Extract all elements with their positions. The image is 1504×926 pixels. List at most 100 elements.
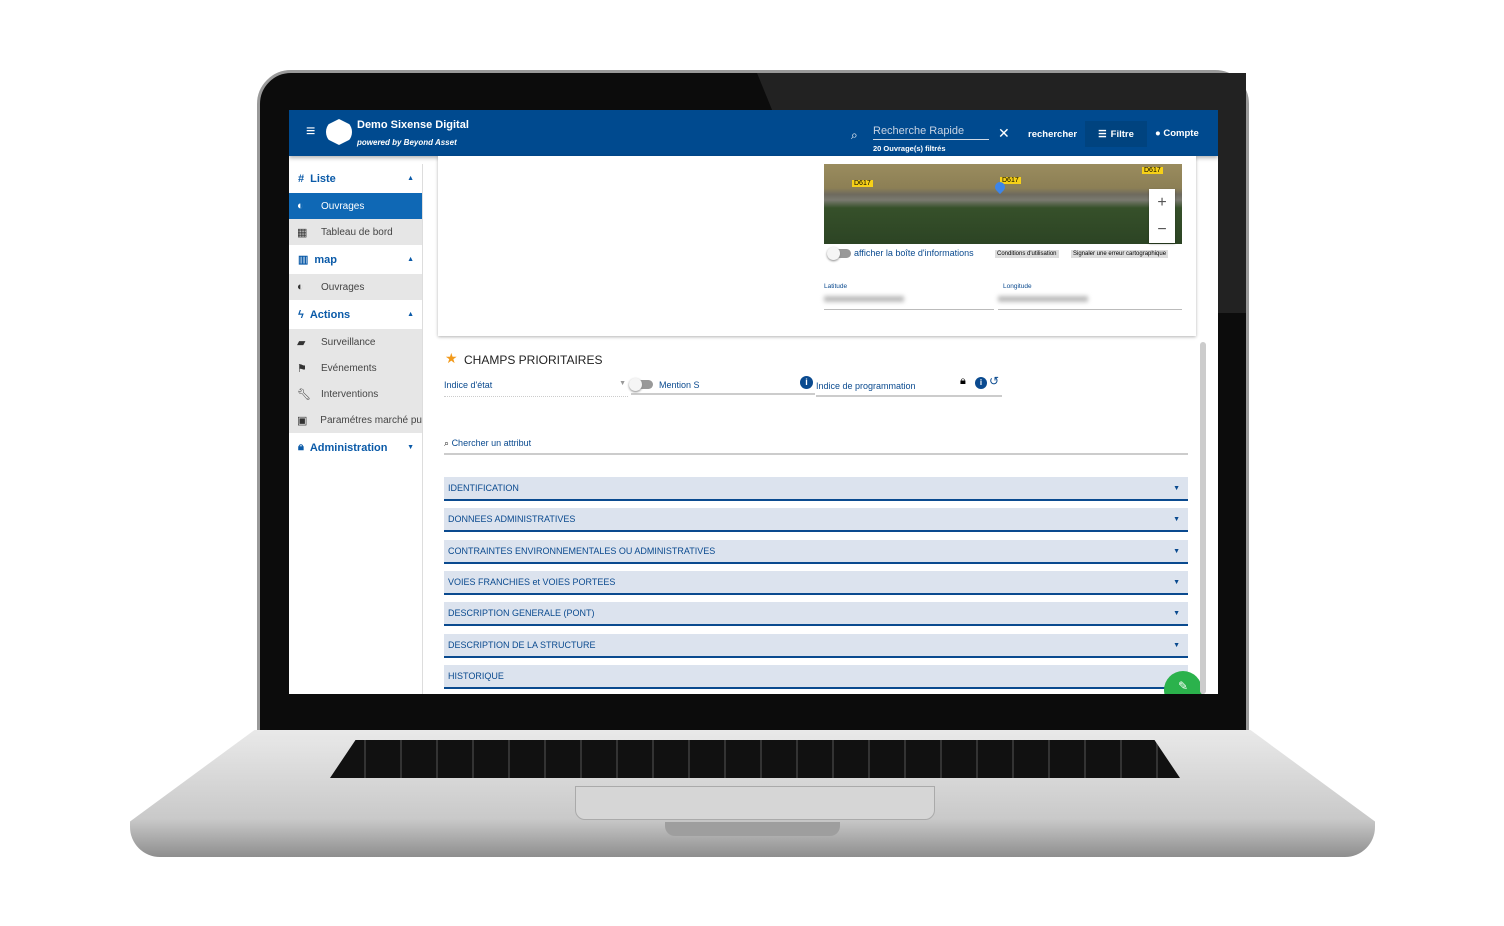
account-button[interactable]: ● Compte xyxy=(1155,128,1199,139)
sidebar-item-interventions[interactable]: 🔧︎ Interventions xyxy=(289,381,422,407)
mention-s-label: Mention S xyxy=(659,379,700,390)
indice-programmation-field[interactable]: Indice de programmation xyxy=(816,378,1002,397)
info-toggle[interactable]: afficher la boîte d'informations xyxy=(827,246,974,260)
chevron-up-icon: ▲ xyxy=(407,311,414,318)
zoom-in-button[interactable]: + xyxy=(1149,189,1175,216)
app-title: Demo Sixense Digital xyxy=(357,119,469,131)
chevron-up-icon: ▲ xyxy=(407,256,414,263)
toggle-icon: ◐ xyxy=(297,281,304,293)
section-title: DESCRIPTION GENERALE (PONT) xyxy=(448,608,595,618)
longitude-label: Longitude xyxy=(1003,283,1032,290)
app-screen: ≡ Demo Sixense Digital powered by Beyond… xyxy=(289,110,1218,694)
lock-icon: 🔒︎ xyxy=(298,441,304,453)
clear-search-icon[interactable]: ✕ xyxy=(998,125,1010,142)
indice-programmation-label: Indice de programmation xyxy=(816,381,916,391)
search-icon: ⌕ xyxy=(851,128,858,142)
chevron-down-icon: ▼ xyxy=(1173,547,1180,555)
sidebar-item-dashboard[interactable]: ▦ Tableau de bord xyxy=(289,219,422,245)
section-historique[interactable]: HISTORIQUE xyxy=(444,665,1188,689)
bolt-icon: ϟ xyxy=(298,308,304,321)
chevron-down-icon: ▼ xyxy=(1173,578,1180,586)
dropdown-icon: ▼ xyxy=(619,380,626,387)
item-label: Evénements xyxy=(321,362,377,374)
attribute-search-input[interactable]: ⌕ Chercher un attribut xyxy=(444,438,1188,455)
history-icon[interactable]: ↺ xyxy=(989,374,999,388)
chevron-down-icon: ▼ xyxy=(1173,609,1180,617)
item-label: Ouvrages xyxy=(321,200,365,212)
search-input[interactable]: Recherche Rapide xyxy=(873,125,989,140)
item-label: Surveillance xyxy=(321,336,376,348)
filter-icon: ☰ xyxy=(1098,128,1107,140)
sidebar-section-administration[interactable]: 🔒︎ Administration ▼ xyxy=(289,433,422,462)
lid-notch xyxy=(665,822,840,836)
section-title: HISTORIQUE xyxy=(448,671,504,681)
section-title: CONTRAINTES ENVIRONNEMENTALES OU ADMINIS… xyxy=(448,546,716,556)
info-icon[interactable]: i xyxy=(800,376,813,389)
longitude-field[interactable] xyxy=(998,293,1182,310)
menu-icon[interactable]: ≡ xyxy=(306,123,315,141)
section-label: Liste xyxy=(310,172,336,185)
section-description-structure[interactable]: DESCRIPTION DE LA STRUCTURE ▼ xyxy=(444,634,1188,658)
road-label: D617 xyxy=(852,180,873,187)
section-label: map xyxy=(314,253,338,266)
lock-icon: 🔒︎ xyxy=(960,375,966,387)
sidebar-item-map-ouvrages[interactable]: ◐ Ouvrages xyxy=(289,274,422,300)
sidebar-section-actions[interactable]: ϟ Actions ▲ xyxy=(289,300,422,329)
info-toggle-label: afficher la boîte d'informations xyxy=(854,248,974,258)
user-icon: ● xyxy=(1155,128,1161,139)
filter-count: 20 Ouvrage(s) filtrés xyxy=(873,144,946,153)
toggle-switch[interactable] xyxy=(827,246,851,260)
mention-s-toggle[interactable]: Mention S xyxy=(629,376,815,395)
zoom-out-button[interactable]: − xyxy=(1149,216,1175,243)
account-label: Compte xyxy=(1163,128,1199,139)
section-identification[interactable]: IDENTIFICATION ▼ xyxy=(444,477,1188,501)
scrollbar[interactable] xyxy=(1200,342,1206,694)
item-label: Tableau de bord xyxy=(321,226,393,238)
sidebar-item-parametres[interactable]: ▣ Paramétres marché pu xyxy=(289,407,422,433)
dashboard-icon: ▦ xyxy=(297,226,308,239)
sidebar-item-ouvrages[interactable]: ◐ Ouvrages xyxy=(289,193,422,219)
filter-button[interactable]: ☰ Filtre xyxy=(1085,121,1147,147)
chevron-down-icon: ▼ xyxy=(1173,484,1180,492)
chevron-up-icon: ▲ xyxy=(407,175,414,182)
satellite-map[interactable] xyxy=(824,164,1182,244)
section-contraintes[interactable]: CONTRAINTES ENVIRONNEMENTALES OU ADMINIS… xyxy=(444,540,1188,564)
toggle-switch[interactable] xyxy=(629,378,653,391)
priority-title: CHAMPS PRIORITAIRES xyxy=(464,353,603,367)
terms-link[interactable]: Conditions d'utilisation xyxy=(995,250,1059,258)
toggle-icon: ◐ xyxy=(297,200,304,212)
item-label: Paramétres marché pu xyxy=(320,414,422,426)
sidebar-item-surveillance[interactable]: ▰ Surveillance xyxy=(289,329,422,355)
sidebar-section-map[interactable]: ▥ map ▲ xyxy=(289,245,422,274)
sidebar: # Liste ▲ ◐ Ouvrages ▦ Tableau de bord ▥ map ▲… xyxy=(289,164,423,694)
section-donnees-administratives[interactable]: DONNEES ADMINISTRATIVES ▼ xyxy=(444,508,1188,532)
flag-icon: ⚑ xyxy=(297,362,307,375)
trackpad xyxy=(575,786,935,820)
sidebar-section-liste[interactable]: # Liste ▲ xyxy=(289,164,422,193)
indice-etat-label: Indice d'état xyxy=(444,380,493,390)
section-title: DESCRIPTION DE LA STRUCTURE xyxy=(448,640,596,650)
chevron-down-icon: ▼ xyxy=(1173,515,1180,523)
search-icon: ⌕ xyxy=(444,438,450,448)
main-content: D617 D617 D617 + − afficher la boîte d'i… xyxy=(424,156,1218,694)
latitude-label: Latitude xyxy=(824,283,848,290)
report-link[interactable]: Signaler une erreur cartographique xyxy=(1071,250,1169,258)
section-label: Administration xyxy=(309,441,388,454)
item-label: Interventions xyxy=(321,388,379,400)
info-icon[interactable]: i xyxy=(975,377,987,389)
search-button[interactable]: rechercher xyxy=(1028,129,1077,140)
section-description-generale[interactable]: DESCRIPTION GENERALE (PONT) ▼ xyxy=(444,602,1188,626)
sidebar-item-evenements[interactable]: ⚑ Evénements xyxy=(289,355,422,381)
latitude-field[interactable] xyxy=(824,293,994,310)
chevron-down-icon: ▼ xyxy=(1173,641,1180,649)
logo-icon xyxy=(326,119,352,145)
app-subtitle: powered by Beyond Asset xyxy=(357,138,457,147)
road-label: D617 xyxy=(1142,167,1163,174)
zoom-controls: + − xyxy=(1149,189,1175,243)
filter-label: Filtre xyxy=(1110,128,1134,140)
section-label: Actions xyxy=(309,308,351,321)
attribute-search-placeholder: Chercher un attribut xyxy=(451,438,532,448)
section-voies[interactable]: VOIES FRANCHIES et VOIES PORTEES ▼ xyxy=(444,571,1188,595)
indice-etat-select[interactable]: Indice d'état ▼ xyxy=(444,380,628,397)
wrench-icon: 🔧︎ xyxy=(297,388,311,401)
